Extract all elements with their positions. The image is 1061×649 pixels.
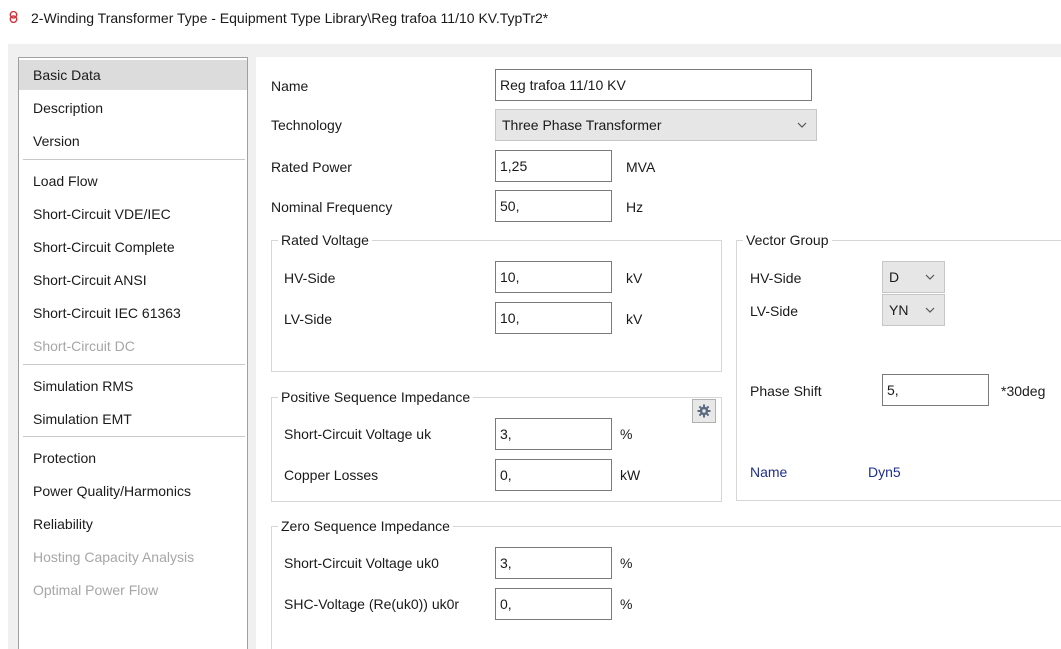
technology-select[interactable]: Three Phase Transformer xyxy=(495,109,817,141)
title-bar: 2-Winding Transformer Type - Equipment T… xyxy=(0,0,1061,34)
nominal-frequency-field[interactable]: 50, xyxy=(495,190,612,222)
phase-shift-unit: *30deg xyxy=(1001,383,1046,399)
sidebar-item-label: Load Flow xyxy=(33,173,98,189)
sidebar-item-label: Short-Circuit Complete xyxy=(33,239,175,255)
technology-label: Technology xyxy=(271,117,342,133)
short-circuit-voltage-uk0-label: Short-Circuit Voltage uk0 xyxy=(284,555,439,571)
sidebar-item-protection[interactable]: Protection xyxy=(19,443,247,473)
rated-voltage-title: Rated Voltage xyxy=(278,232,372,248)
sidebar-item-label: Protection xyxy=(33,450,97,466)
sidebar-item-description[interactable]: Description xyxy=(19,93,247,123)
sidebar-item-label: Power Quality/Harmonics xyxy=(33,483,191,499)
sidebar-item-short-circuit-vde-iec[interactable]: Short-Circuit VDE/IEC xyxy=(19,199,247,229)
vector-group-title: Vector Group xyxy=(743,232,832,248)
vector-group-lv-select[interactable]: YN xyxy=(882,294,945,326)
copper-losses-field[interactable]: 0, xyxy=(495,459,612,491)
rated-voltage-hv-label: HV-Side xyxy=(284,270,336,286)
sidebar-item-optimal-power-flow: Optimal Power Flow xyxy=(19,575,247,605)
rated-voltage-hv-unit: kV xyxy=(626,270,643,286)
sidebar-item-label: Simulation RMS xyxy=(33,378,134,394)
sidebar-divider xyxy=(23,159,245,160)
sidebar-item-label: Optimal Power Flow xyxy=(33,582,159,598)
phase-shift-field[interactable]: 5, xyxy=(882,374,989,406)
sidebar-item-short-circuit-ansi[interactable]: Short-Circuit ANSI xyxy=(19,265,247,295)
sidebar-item-hosting-capacity-analysis: Hosting Capacity Analysis xyxy=(19,542,247,572)
vector-group-hv-select[interactable]: D xyxy=(882,261,945,293)
vector-group-lv-label: LV-Side xyxy=(750,303,798,319)
sidebar-item-reliability[interactable]: Reliability xyxy=(19,509,247,539)
zero-sequence-group xyxy=(271,526,1061,649)
phase-shift-label: Phase Shift xyxy=(750,383,822,399)
sidebar-item-label: Short-Circuit ANSI xyxy=(33,272,147,288)
vector-group-lv-value: YN xyxy=(889,302,909,318)
short-circuit-voltage-uk0-unit: % xyxy=(620,555,633,571)
short-circuit-voltage-uk-unit: % xyxy=(620,426,633,442)
gear-icon xyxy=(697,404,711,418)
sidebar-item-label: Short-Circuit VDE/IEC xyxy=(33,206,171,222)
transformer-icon xyxy=(9,11,18,23)
vector-group-hv-value: D xyxy=(889,269,900,285)
zero-sequence-title: Zero Sequence Impedance xyxy=(278,518,453,534)
sidebar-item-power-quality-harmonics[interactable]: Power Quality/Harmonics xyxy=(19,476,247,506)
sidebar-item-version[interactable]: Version xyxy=(19,126,247,156)
vector-group-name-value: Dyn5 xyxy=(868,464,901,480)
sidebar-item-label: Hosting Capacity Analysis xyxy=(33,549,195,565)
vector-group-name-label: Name xyxy=(750,464,788,480)
shc-voltage-uk0r-field[interactable]: 0, xyxy=(495,588,612,620)
nominal-frequency-label: Nominal Frequency xyxy=(271,199,393,215)
page-navigation: Basic Data Description Version Load Flow… xyxy=(18,57,248,649)
sidebar-item-label: Basic Data xyxy=(33,67,101,83)
sidebar-item-simulation-emt[interactable]: Simulation EMT xyxy=(19,404,247,434)
sidebar-item-basic-data[interactable]: Basic Data xyxy=(19,60,247,90)
sidebar-item-label: Version xyxy=(33,133,80,149)
sidebar-item-simulation-rms[interactable]: Simulation RMS xyxy=(19,371,247,401)
positive-sequence-title: Positive Sequence Impedance xyxy=(278,389,474,405)
vector-group-hv-label: HV-Side xyxy=(750,270,802,286)
copper-losses-label: Copper Losses xyxy=(284,467,379,483)
sidebar-item-label: Reliability xyxy=(33,516,93,532)
sidebar-item-label: Description xyxy=(33,100,104,116)
sidebar-item-load-flow[interactable]: Load Flow xyxy=(19,166,247,196)
technology-value: Three Phase Transformer xyxy=(502,117,662,133)
rated-voltage-hv-field[interactable]: 10, xyxy=(495,261,612,293)
short-circuit-voltage-uk-field[interactable]: 3, xyxy=(495,418,612,450)
sidebar-item-short-circuit-iec-61363[interactable]: Short-Circuit IEC 61363 xyxy=(19,298,247,328)
sidebar-item-label: Short-Circuit DC xyxy=(33,338,135,354)
name-field[interactable]: Reg trafoa 11/10 KV xyxy=(495,69,812,101)
sidebar-item-short-circuit-dc: Short-Circuit DC xyxy=(19,331,247,361)
settings-button[interactable] xyxy=(692,399,716,423)
chevron-down-icon xyxy=(797,122,807,128)
copper-losses-unit: kW xyxy=(620,467,641,483)
rated-voltage-lv-unit: kV xyxy=(626,311,643,327)
rated-power-unit: MVA xyxy=(626,159,656,175)
chevron-down-icon xyxy=(925,307,935,313)
chevron-down-icon xyxy=(925,274,935,280)
sidebar-divider xyxy=(23,436,245,437)
sidebar-item-label: Simulation EMT xyxy=(33,411,132,427)
short-circuit-voltage-uk-label: Short-Circuit Voltage uk xyxy=(284,426,432,442)
sidebar-item-short-circuit-complete[interactable]: Short-Circuit Complete xyxy=(19,232,247,262)
rated-power-label: Rated Power xyxy=(271,159,352,175)
window-title: 2-Winding Transformer Type - Equipment T… xyxy=(31,10,549,26)
name-label: Name xyxy=(271,78,309,94)
rated-power-field[interactable]: 1,25 xyxy=(495,150,612,182)
shc-voltage-uk0r-unit: % xyxy=(620,596,633,612)
rated-voltage-lv-label: LV-Side xyxy=(284,311,332,327)
short-circuit-voltage-uk0-field[interactable]: 3, xyxy=(495,547,612,579)
sidebar-divider xyxy=(23,364,245,365)
rated-voltage-lv-field[interactable]: 10, xyxy=(495,302,612,334)
shc-voltage-uk0r-label: SHC-Voltage (Re(uk0)) uk0r xyxy=(284,596,460,612)
nominal-frequency-unit: Hz xyxy=(626,199,644,215)
sidebar-item-label: Short-Circuit IEC 61363 xyxy=(33,305,181,321)
